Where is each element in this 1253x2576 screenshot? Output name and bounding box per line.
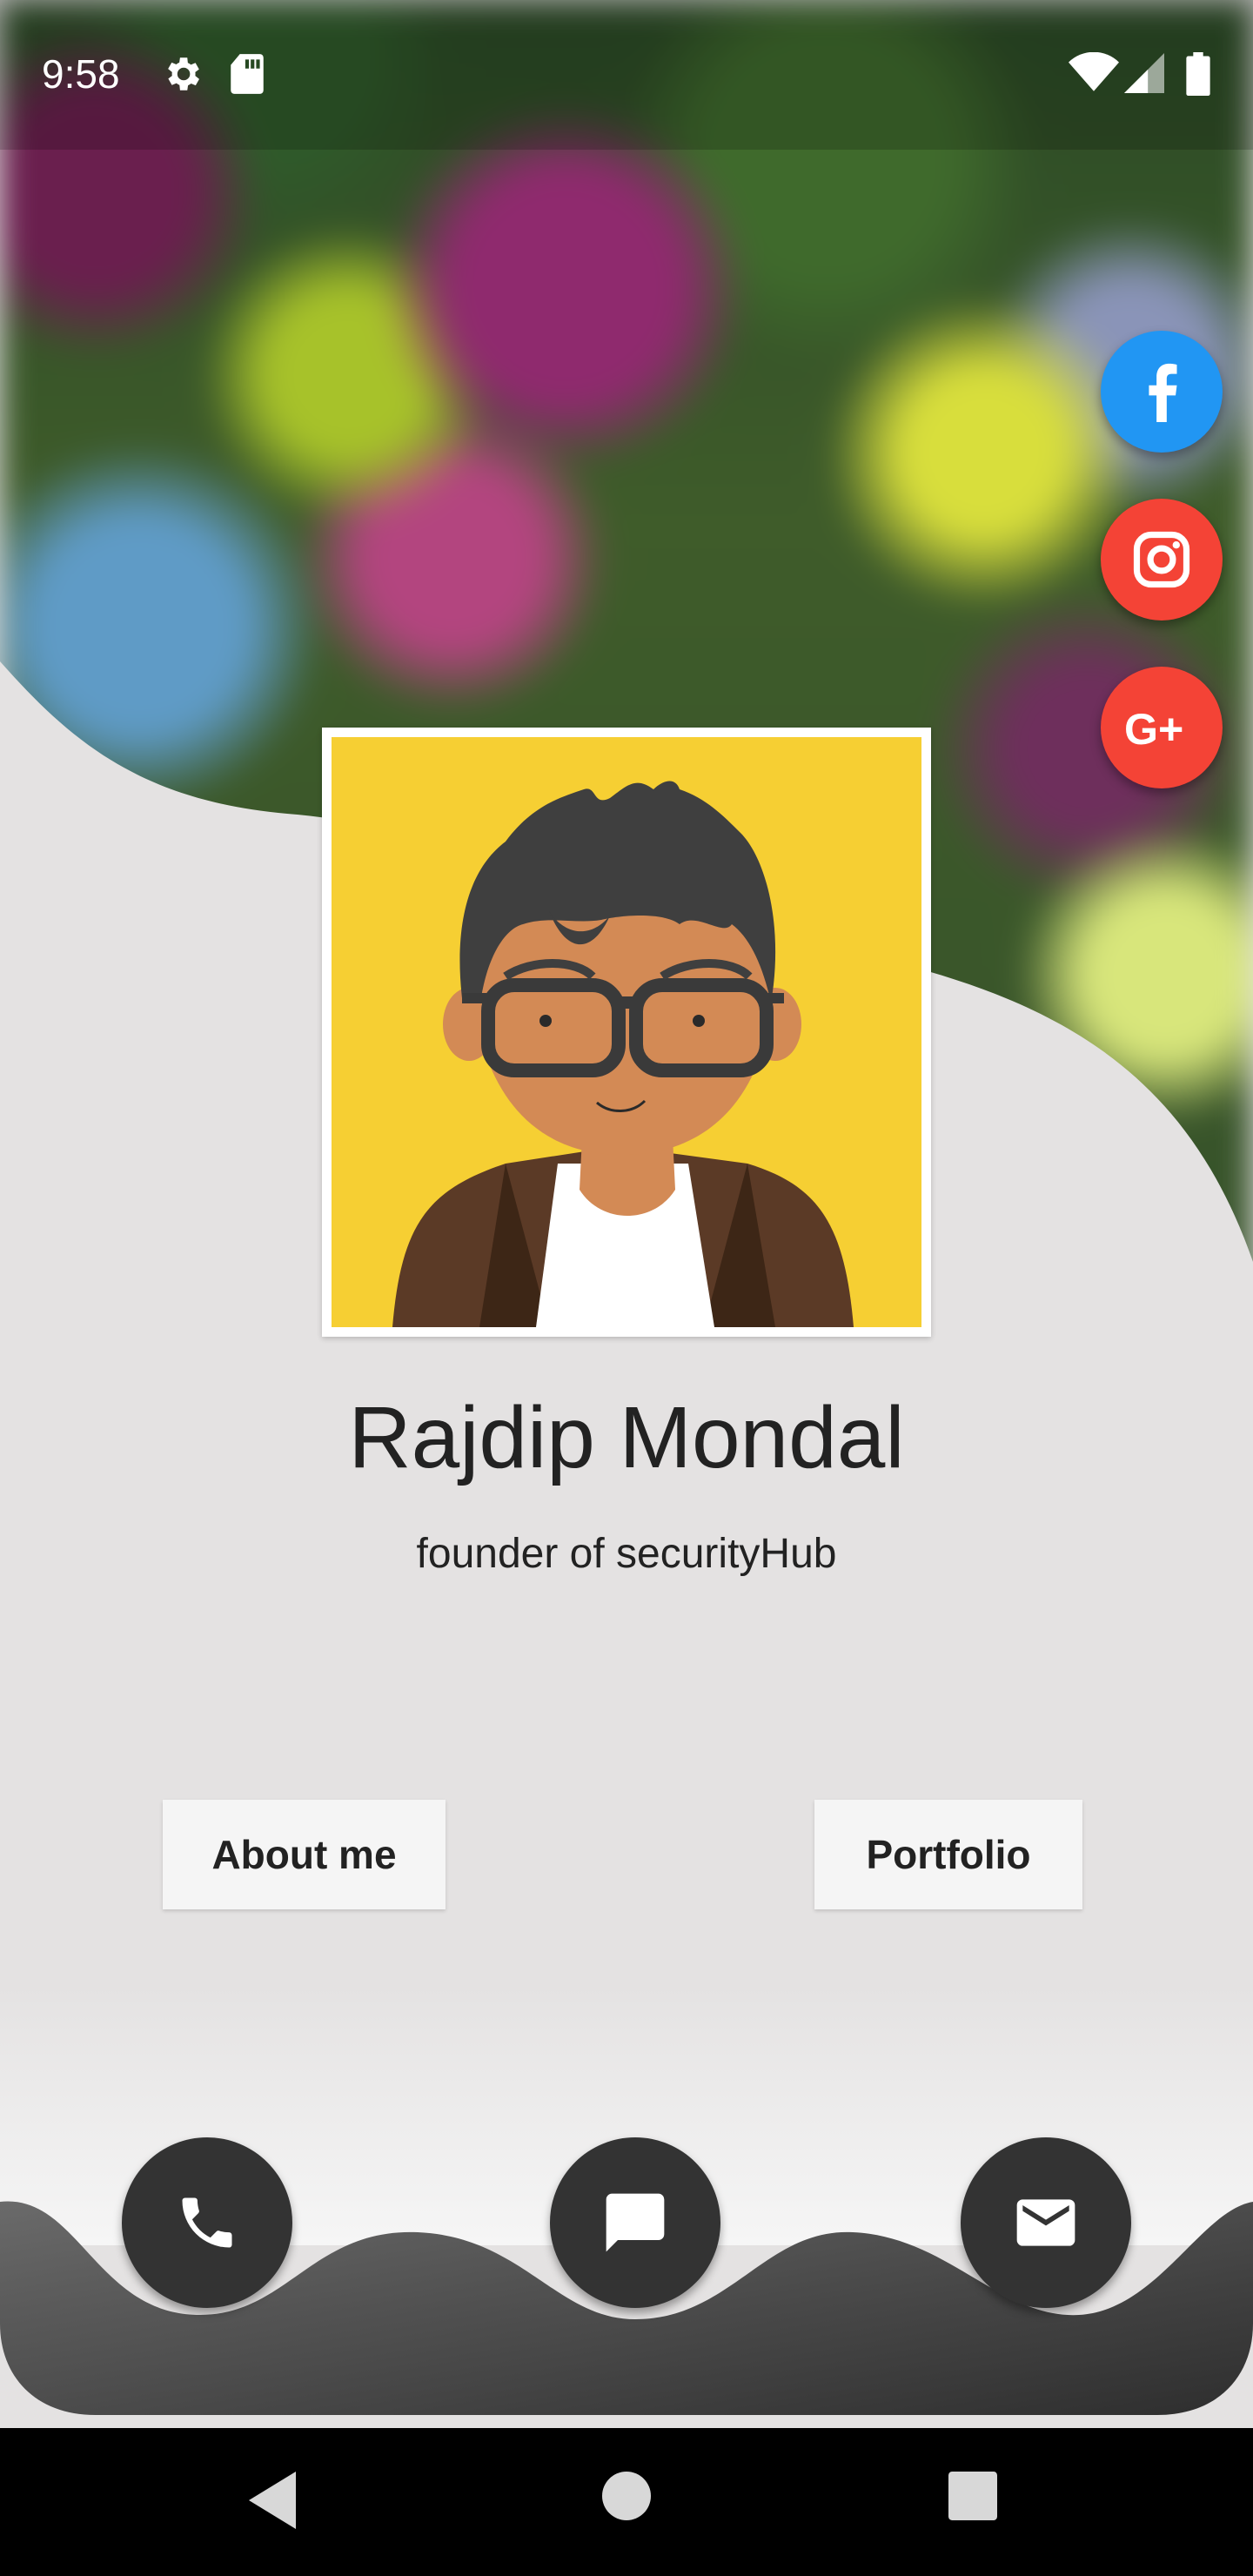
svg-text:G+: G+ [1124, 705, 1183, 754]
google-plus-icon: G+ [1124, 705, 1183, 754]
email-button[interactable] [961, 2137, 1131, 2308]
profile-screen: 9:58 G+ Rajdip Mondal founder of securit… [0, 0, 1253, 2576]
settings-icon [168, 57, 199, 91]
call-button[interactable] [122, 2137, 292, 2308]
navigation-bar [0, 2428, 1253, 2576]
chat-icon [606, 2193, 665, 2252]
back-icon[interactable] [249, 2472, 301, 2529]
avatar-illustration [392, 781, 854, 1327]
profile-subtitle: founder of securityHub [416, 1531, 837, 1577]
mail-icon [1016, 2199, 1075, 2246]
facebook-button[interactable] [1101, 331, 1223, 453]
sd-card-icon [231, 54, 264, 94]
wifi-icon [1069, 52, 1119, 91]
instagram-icon [1133, 531, 1190, 588]
status-time: 9:58 [42, 51, 120, 97]
status-bar: 9:58 [0, 0, 1253, 150]
facebook-icon [1149, 363, 1177, 422]
recents-icon[interactable] [948, 2472, 997, 2520]
home-icon[interactable] [602, 2472, 651, 2520]
avatar [332, 737, 921, 1327]
message-button[interactable] [550, 2137, 720, 2308]
phone-icon [182, 2197, 232, 2248]
avatar-frame [322, 728, 931, 1337]
instagram-button[interactable] [1101, 499, 1223, 621]
profile-name: Rajdip Mondal [348, 1389, 905, 1486]
portfolio-button[interactable]: Portfolio [814, 1800, 1082, 1909]
about-me-button[interactable]: About me [163, 1800, 446, 1909]
battery-icon [1186, 52, 1210, 96]
google-plus-button[interactable]: G+ [1101, 667, 1223, 788]
cell-signal-icon [1124, 53, 1164, 93]
